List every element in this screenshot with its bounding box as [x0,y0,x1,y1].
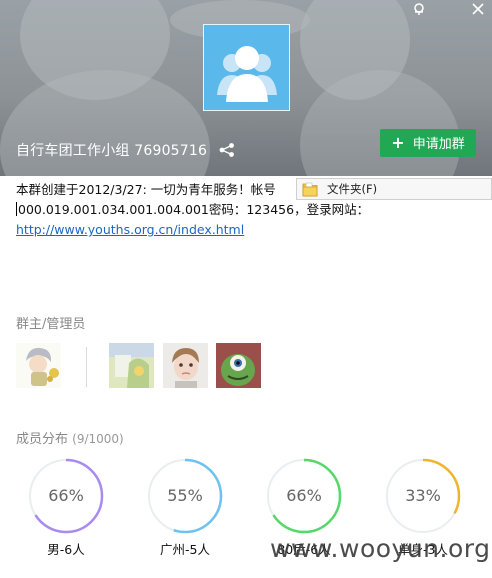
members-title-label: 成员分布 [16,432,69,447]
distribution-item: 66% 男-6人 [28,458,104,558]
context-menu-folder[interactable]: 文件夹(F) [296,178,492,200]
close-icon[interactable] [468,2,488,20]
members-title: 成员分布 (9/1000) [16,428,124,447]
members-count: (9/1000) [72,432,124,446]
website-link[interactable]: http://www.youths.org.cn/index.html [16,222,244,237]
distribution-ring: 33% [385,458,461,534]
distribution-ring: 66% [266,458,342,534]
background-shape [0,70,210,176]
join-group-button[interactable]: + 申请加群 [380,129,476,157]
distribution-percent: 33% [405,486,441,505]
people-icon [217,46,277,102]
admin-avatar[interactable] [163,343,208,388]
distribution-ring: 55% [147,458,223,534]
folder-icon [302,182,318,203]
distribution-label: 男-6人 [47,542,85,557]
distribution-percent: 66% [48,486,84,505]
distribution-label: 广州-5人 [160,542,210,557]
watermark: www.wooyun.org [270,534,491,563]
distribution-percent: 55% [167,486,203,505]
text-cursor [16,202,17,216]
admins-title: 群主/管理员 [16,317,86,332]
plus-icon: + [391,133,405,152]
description-line-2: 000.019.001.034.001.004.001密码：123456，登录网… [18,202,370,217]
group-header: 自行车团工作小组 76905716 + 申请加群 [0,0,492,176]
context-menu-label: 文件夹(F) [327,182,378,196]
owner-avatar[interactable] [16,343,61,388]
admin-avatar[interactable] [109,343,154,388]
join-group-label: 申请加群 [412,137,465,152]
admin-list [16,343,276,391]
pin-icon[interactable] [409,2,429,20]
group-avatar[interactable] [203,24,290,111]
group-title: 自行车团工作小组 76905716 [16,143,208,159]
distribution-ring: 66% [28,458,104,534]
share-icon[interactable] [219,142,235,161]
avatar-divider [86,347,87,387]
distribution-item: 55% 广州-5人 [147,458,223,558]
distribution-percent: 66% [286,486,322,505]
admin-avatar[interactable] [216,343,261,388]
